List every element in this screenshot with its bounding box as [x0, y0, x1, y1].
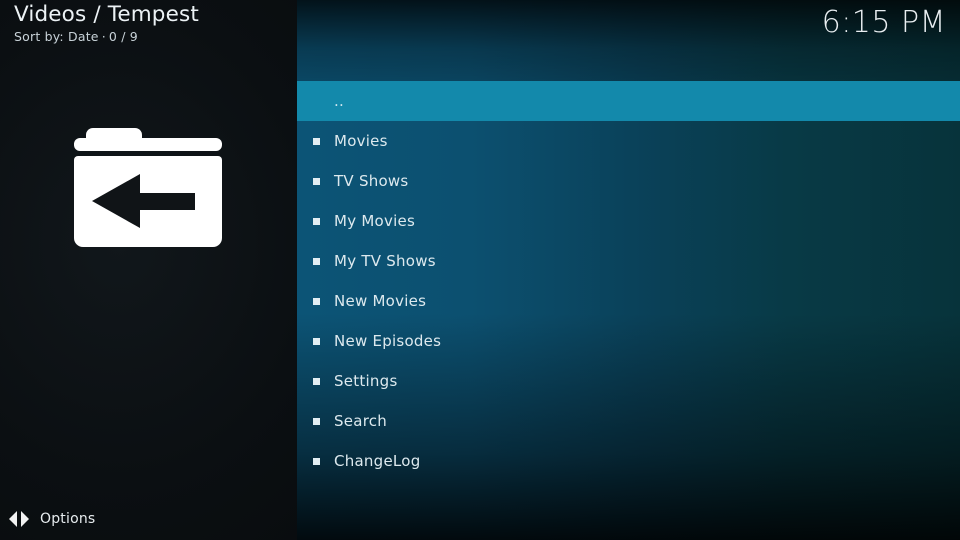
bullet-icon [313, 337, 320, 345]
right-arrow-icon [21, 511, 29, 527]
list-item[interactable]: ChangeLog [297, 441, 960, 481]
list-item-label: ChangeLog [334, 452, 421, 470]
left-arrow-icon [9, 511, 17, 527]
bullet-icon [313, 217, 320, 225]
bullet-icon [313, 257, 320, 265]
list-item[interactable]: New Movies [297, 281, 960, 321]
list-item[interactable]: Search [297, 401, 960, 441]
folder-back-icon [70, 124, 226, 250]
list-item-label: My Movies [334, 212, 416, 230]
list-item[interactable]: TV Shows [297, 161, 960, 201]
page-title: Videos / Tempest [14, 2, 199, 27]
list-item[interactable]: My TV Shows [297, 241, 960, 281]
sort-and-count-status: Sort by: Date · 0 / 9 [14, 29, 294, 44]
bullet-icon [313, 457, 320, 465]
sort-label: Sort by: Date [14, 29, 99, 44]
list-item-label: TV Shows [334, 172, 409, 190]
breadcrumb-header: Videos / Tempest Sort by: Date · 0 / 9 [14, 2, 294, 44]
list-item-label: New Movies [334, 292, 427, 310]
bullet-icon [313, 417, 320, 425]
back-arrow-head [92, 174, 140, 228]
list-item-label: New Episodes [334, 332, 442, 350]
folder-top-bar [74, 138, 222, 151]
list-item-label: Search [334, 412, 388, 430]
list-item[interactable]: Settings [297, 361, 960, 401]
file-list[interactable]: .. Movies TV Shows My Movies My TV Shows New … [297, 81, 960, 481]
list-item-label: Settings [334, 372, 398, 390]
list-item[interactable]: New Episodes [297, 321, 960, 361]
separator-dot: · [101, 29, 106, 44]
list-item[interactable]: .. [297, 81, 960, 121]
list-item-label: Movies [334, 132, 388, 150]
kodi-file-browser-screen: Videos / Tempest Sort by: Date · 0 / 9 Opt… [0, 0, 960, 540]
list-item-label: My TV Shows [334, 252, 436, 270]
bullet-icon [313, 137, 320, 145]
list-item-label: .. [334, 92, 345, 110]
options-label: Options [40, 511, 96, 527]
list-item[interactable]: My Movies [297, 201, 960, 241]
list-item[interactable]: Movies [297, 121, 960, 161]
bullet-icon [313, 377, 320, 385]
back-arrow-shaft [137, 193, 195, 210]
left-right-arrows-icon [8, 510, 30, 528]
bullet-icon [313, 177, 320, 185]
item-count: 0 / 9 [108, 29, 138, 44]
options-button[interactable]: Options [8, 506, 95, 532]
clock: 6:15 PM [821, 5, 946, 40]
left-info-panel: Videos / Tempest Sort by: Date · 0 / 9 Opt… [0, 0, 297, 540]
bullet-icon [313, 297, 320, 305]
main-content-panel: 6:15 PM .. Movies TV Shows My Movies My TV S… [297, 0, 960, 540]
